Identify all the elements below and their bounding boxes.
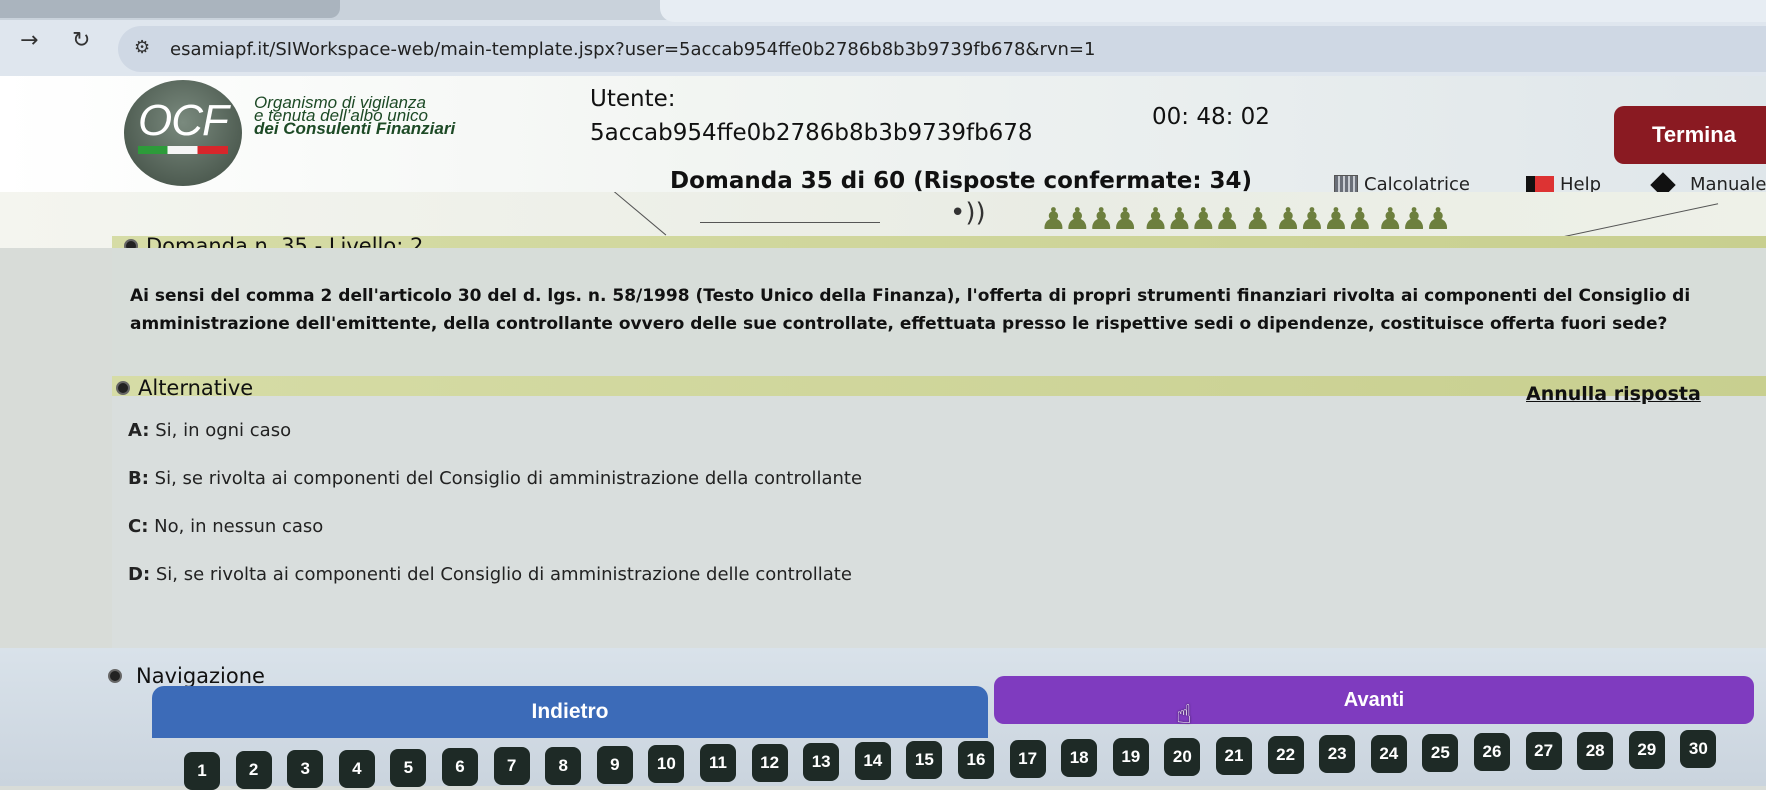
page-button-14[interactable]: 14 [854,742,891,780]
org-name: Organismo di vigilanza e tenuta dell’alb… [254,94,456,138]
section-bullet-icon [116,381,130,395]
ocf-logo: OCF [124,80,242,186]
page-button-8[interactable]: 8 [545,747,582,785]
page-button-25[interactable]: 25 [1422,734,1459,772]
page-button-10[interactable]: 10 [648,745,685,783]
page-button-19[interactable]: 19 [1112,738,1149,776]
page-button-30[interactable]: 30 [1680,730,1717,768]
page-button-29[interactable]: 29 [1628,731,1665,769]
sound-wave-icon: •)) [950,198,986,228]
alternative-letter: B: [128,468,149,489]
address-bar[interactable]: ⚙ esamiapf.it/SIWorkspace-web/main-templ… [118,26,1766,72]
page-button-16[interactable]: 16 [958,741,994,779]
alternative-text: Si, se rivolta ai componenti del Consigl… [154,468,863,489]
back-arrow-icon[interactable]: → [20,28,38,53]
page-button-11[interactable]: 11 [700,744,736,782]
exam-timer: 00: 48: 02 [1152,104,1270,130]
logo-text: OCF [138,96,229,145]
page-button-5[interactable]: 5 [390,749,427,787]
alternative-text: Si, se rivolta ai componenti del Consigl… [155,564,852,585]
page-button-7[interactable]: 7 [493,747,530,785]
navigation-section-title: Navigazione [108,664,265,688]
reload-icon[interactable]: ↻ [72,28,90,53]
org-line-3: dei Consulenti Finanziari [254,119,456,138]
banner-line [573,192,667,236]
people-silhouettes-icon: ♟♟♟♟ ♟♟♟♟ ♟ ♟♟♟♟ ♟♟♟ [1040,202,1451,237]
page-button-1[interactable]: 1 [184,752,220,790]
section-bullet-icon [108,669,122,683]
page-button-26[interactable]: 26 [1474,733,1510,771]
page-button-28[interactable]: 28 [1577,732,1614,770]
tab-other[interactable] [660,0,1766,22]
question-progress: Domanda 35 di 60 (Risposte confermate: 3… [670,168,1253,194]
alternative-letter: A: [128,420,150,441]
page-button-12[interactable]: 12 [751,744,788,782]
browser-toolbar: → ↻ ⚙ esamiapf.it/SIWorkspace-web/main-t… [0,0,1766,76]
alternative-d[interactable]: D: Si, se rivolta ai componenti del Cons… [128,564,852,585]
page-button-18[interactable]: 18 [1061,739,1098,777]
alternatives-section-title: Alternative [116,376,253,400]
navigation-heading: Navigazione [136,664,265,688]
url-text[interactable]: esamiapf.it/SIWorkspace-web/main-templat… [170,39,1095,60]
page-button-9[interactable]: 9 [596,746,633,784]
alternative-letter: C: [128,516,149,537]
alternatives-area [112,396,1766,648]
page-button-15[interactable]: 15 [906,741,943,779]
avanti-button[interactable]: Avanti [994,676,1754,724]
alternatives-section-bar [112,376,1766,396]
app-header: OCF Organismo di vigilanza e tenuta dell… [0,76,1766,198]
flag-stripe [138,146,228,154]
alternatives-heading: Alternative [138,376,254,400]
user-label: Utente: [590,86,676,112]
page-button-17[interactable]: 17 [1009,740,1046,778]
termina-button[interactable]: Termina [1614,106,1766,164]
alternative-text: No, in nessun caso [154,516,324,537]
page-button-21[interactable]: 21 [1216,737,1252,775]
page-button-20[interactable]: 20 [1164,738,1201,776]
annulla-risposta-link[interactable]: Annulla risposta [1526,383,1701,405]
site-info-icon[interactable]: ⚙ [134,37,150,58]
alternative-text: Si, in ogni caso [155,420,292,441]
tab-active[interactable] [0,0,340,18]
alternative-c[interactable]: C: No, in nessun caso [128,516,323,537]
question-pager: 1 2 3 4 5 6 7 8 9 10 11 12 13 14 15 16 17 18 19 20 21 22 23 24 2… [184,730,1744,790]
alternative-letter: D: [128,564,151,585]
alternative-a[interactable]: A: Si, in ogni caso [128,420,291,441]
page-button-2[interactable]: 2 [235,751,272,789]
page-button-24[interactable]: 24 [1370,735,1407,773]
banner-line [700,222,880,223]
page-button-23[interactable]: 23 [1319,735,1356,773]
flag-icon [1526,175,1554,194]
page-button-4[interactable]: 4 [338,750,375,788]
question-text: Ai sensi del comma 2 dell'articolo 30 de… [130,286,1691,334]
page-button-6[interactable]: 6 [442,748,478,786]
page-button-22[interactable]: 22 [1267,736,1304,774]
tab-strip [0,0,1766,22]
page-button-13[interactable]: 13 [803,743,840,781]
user-id: 5accab954ffe0b2786b8b3b9739fb678 [590,120,1033,146]
alternative-b[interactable]: B: Si, se rivolta ai componenti del Cons… [128,468,862,489]
question-area: Ai sensi del comma 2 dell'articolo 30 de… [112,248,1766,376]
page-button-27[interactable]: 27 [1525,732,1562,770]
hand-cursor-icon: ☝ [1176,700,1192,730]
page-button-3[interactable]: 3 [287,750,324,788]
